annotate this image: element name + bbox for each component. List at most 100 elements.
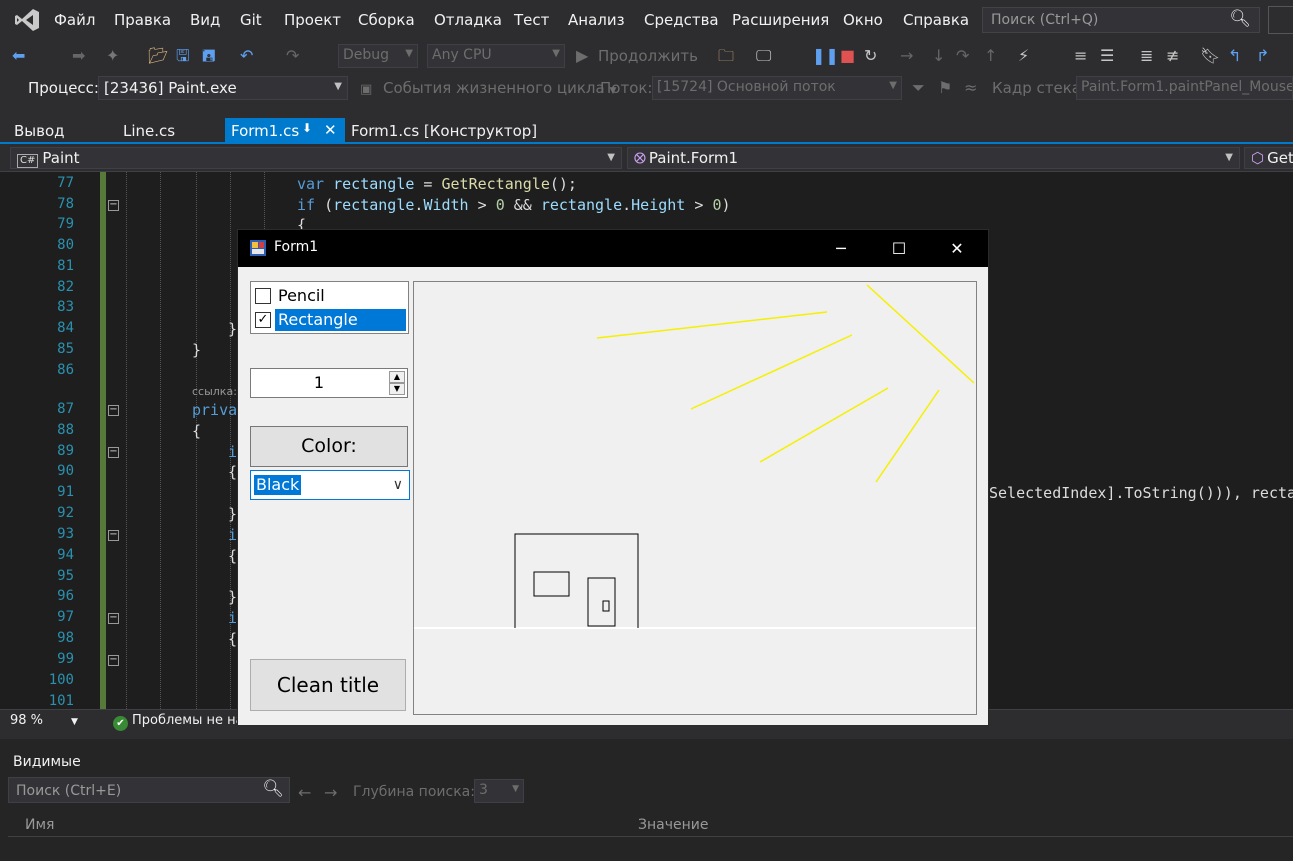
- close-icon[interactable]: ✕: [324, 121, 337, 139]
- checkbox[interactable]: [255, 288, 271, 304]
- layout-icon[interactable]: ☰: [1100, 46, 1114, 66]
- menu-edit[interactable]: Правка: [114, 11, 171, 29]
- tab-label: Form1.cs: [231, 122, 300, 140]
- clean-button[interactable]: Clean title: [250, 659, 406, 711]
- prev-bookmark-icon[interactable]: ↰: [1228, 46, 1241, 66]
- stepper-up-icon[interactable]: ▲: [389, 371, 405, 383]
- chevron-down-icon: ▼: [607, 152, 615, 163]
- form1-title-bar[interactable]: Form1 ─ ☐ ✕: [238, 230, 988, 267]
- menu-help[interactable]: Справка: [903, 11, 969, 29]
- uncomment-icon[interactable]: ≢: [1166, 46, 1179, 66]
- color-button[interactable]: Color:: [250, 426, 408, 467]
- menu-project[interactable]: Проект: [284, 11, 341, 29]
- project-dropdown[interactable]: C# Paint ▼: [10, 147, 622, 169]
- back-icon[interactable]: ⬅: [12, 46, 25, 66]
- line-number: 91: [57, 484, 74, 500]
- restart-icon[interactable]: ↻: [864, 46, 877, 66]
- class-dropdown[interactable]: ⭙ Paint.Form1 ▼: [627, 147, 1240, 169]
- collapse-icon[interactable]: −: [108, 200, 119, 211]
- paint-canvas[interactable]: [413, 281, 977, 715]
- collapse-icon[interactable]: −: [108, 447, 119, 458]
- pin-icon[interactable]: ⬇: [302, 121, 312, 135]
- tab-line-cs[interactable]: Line.cs: [117, 118, 181, 144]
- maximize-icon[interactable]: ☐: [870, 230, 928, 267]
- step-over-icon[interactable]: ↷: [956, 46, 969, 66]
- search-icon[interactable]: 🔍︎: [1229, 9, 1251, 29]
- new-project-icon[interactable]: ✦: [106, 46, 119, 66]
- threads-icon[interactable]: ≈: [964, 78, 977, 98]
- process-select[interactable]: [23436] Paint.exe ▼: [98, 76, 348, 100]
- color-select[interactable]: Black ∨: [250, 470, 410, 500]
- collapse-icon[interactable]: −: [108, 655, 119, 666]
- menu-tools[interactable]: Средства: [644, 11, 719, 29]
- undo-icon[interactable]: ↶: [240, 46, 253, 66]
- close-icon[interactable]: ✕: [928, 230, 986, 267]
- platform-select[interactable]: Any CPU ▼: [427, 44, 565, 68]
- thread-select[interactable]: [15724] Основной поток ▼: [652, 76, 902, 100]
- code-keyword: if: [297, 196, 316, 214]
- tool-item-pencil[interactable]: Pencil: [253, 284, 406, 307]
- filter-flag-icon[interactable]: ⚑: [938, 78, 952, 98]
- bookmark-icon[interactable]: 🔖︎: [1200, 46, 1220, 66]
- redo-icon[interactable]: ↷: [286, 46, 299, 66]
- search-back-icon[interactable]: ←: [298, 783, 311, 803]
- checkbox-checked[interactable]: ✓: [255, 312, 271, 328]
- tool-item-rectangle[interactable]: ✓ Rectangle: [253, 308, 406, 331]
- menu-window[interactable]: Окно: [843, 11, 883, 29]
- comment-icon[interactable]: ≣: [1140, 46, 1153, 66]
- account-box[interactable]: [1268, 6, 1293, 34]
- menu-test[interactable]: Тест: [514, 11, 549, 29]
- tool-checked-list: Pencil ✓ Rectangle: [250, 281, 409, 334]
- column-value-header[interactable]: Значение: [638, 817, 708, 833]
- column-name-header[interactable]: Имя: [25, 817, 54, 833]
- menu-build[interactable]: Сборка: [358, 11, 415, 29]
- stepper-down-icon[interactable]: ▼: [389, 383, 405, 395]
- tab-form1-cs[interactable]: Form1.cs ⬇ ✕: [225, 118, 345, 144]
- step-into-icon[interactable]: ↓: [932, 46, 945, 66]
- pause-icon[interactable]: ❚❚: [812, 46, 839, 66]
- next-bookmark-icon[interactable]: ↱: [1256, 46, 1269, 66]
- process-icon[interactable]: 🗀: [718, 46, 734, 66]
- collapse-icon[interactable]: −: [108, 405, 119, 416]
- member-dropdown[interactable]: ⬡ Get: [1244, 147, 1293, 169]
- line-number: 88: [57, 422, 74, 438]
- code-text: &&: [504, 196, 541, 214]
- hot-reload-icon[interactable]: ⚡: [1018, 46, 1029, 66]
- search-forward-icon[interactable]: →: [324, 783, 337, 803]
- collapse-icon[interactable]: −: [108, 613, 119, 624]
- stop-icon[interactable]: ■: [840, 46, 855, 66]
- continue-button[interactable]: Продолжить: [598, 47, 698, 65]
- search-icon[interactable]: 🔍︎: [262, 779, 284, 799]
- method-icon: ⬡: [1251, 149, 1265, 167]
- lifecycle-events-select[interactable]: События жизненного цикла ▼: [383, 79, 616, 97]
- filter-icon[interactable]: ⏷: [912, 78, 925, 98]
- open-folder-icon[interactable]: 📂︎: [148, 46, 168, 66]
- menu-git[interactable]: Git: [240, 11, 262, 29]
- menu-view[interactable]: Вид: [190, 11, 220, 29]
- panel-search-input[interactable]: Поиск (Ctrl+E) 🔍︎: [8, 777, 290, 803]
- save-icon[interactable]: 🖫: [176, 46, 190, 66]
- minimize-icon[interactable]: ─: [812, 230, 870, 267]
- tab-output[interactable]: Вывод: [8, 118, 71, 144]
- show-next-statement-icon[interactable]: →: [900, 46, 913, 66]
- menu-file[interactable]: Файл: [54, 11, 95, 29]
- collapse-icon[interactable]: −: [108, 530, 119, 541]
- align-icon[interactable]: ≡: [1074, 46, 1087, 66]
- forward-icon[interactable]: ➡: [72, 46, 85, 66]
- stack-frame-select[interactable]: Paint.Form1.paintPanel_MouseUp: [1076, 76, 1293, 100]
- configuration-select[interactable]: Debug ▼: [338, 44, 418, 68]
- menu-debug[interactable]: Отладка: [434, 11, 502, 29]
- codelens-references[interactable]: ссылка:: [192, 385, 237, 398]
- screen-icon[interactable]: 🖵: [756, 46, 771, 66]
- menu-extensions[interactable]: Расширения: [732, 11, 829, 29]
- save-all-icon[interactable]: 🖪: [202, 46, 216, 66]
- zoom-select[interactable]: 98 % ▼: [10, 713, 78, 728]
- step-out-icon[interactable]: ↑: [984, 46, 997, 66]
- tab-label: Вывод: [14, 122, 65, 140]
- thickness-stepper[interactable]: 1 ▲ ▼: [250, 368, 408, 398]
- tab-form1-designer[interactable]: Form1.cs [Конструктор]: [345, 118, 543, 144]
- global-search-input[interactable]: Поиск (Ctrl+Q) 🔍︎: [982, 7, 1260, 33]
- continue-icon[interactable]: ▶: [576, 46, 588, 66]
- search-depth-select[interactable]: 3 ▼: [474, 779, 524, 803]
- menu-analyze[interactable]: Анализ: [568, 11, 625, 29]
